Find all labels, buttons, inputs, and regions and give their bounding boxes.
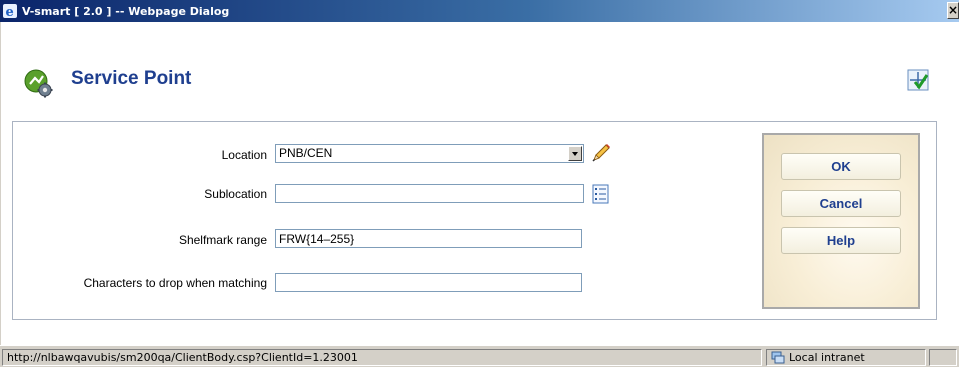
shelfmark-range-input[interactable] <box>275 229 582 248</box>
close-button[interactable]: × <box>947 2 959 19</box>
status-extra-cell <box>929 349 957 366</box>
window-titlebar: e V-smart [ 2.0 ] -- Webpage Dialog × <box>0 0 959 22</box>
location-selected-value: PNB/CEN <box>279 146 333 160</box>
page-title: Service Point <box>71 68 192 89</box>
location-select[interactable]: PNB/CEN <box>275 144 584 163</box>
characters-to-drop-label: Characters to drop when matching <box>83 276 267 290</box>
characters-to-drop-input[interactable] <box>275 273 582 292</box>
chevron-down-icon[interactable] <box>568 146 582 161</box>
sublocation-input[interactable] <box>275 184 584 203</box>
local-intranet-icon <box>771 351 785 364</box>
location-label: Location <box>221 148 267 162</box>
internet-explorer-icon: e <box>3 4 17 19</box>
window-title: V-smart [ 2.0 ] -- Webpage Dialog <box>22 4 230 18</box>
cancel-button[interactable]: Cancel <box>781 190 901 217</box>
settings-checkmark-icon[interactable] <box>907 69 929 91</box>
action-button-panel: OK Cancel Help <box>762 133 920 309</box>
status-bar: http://nlbawqavubis/sm200qa/ClientBody.c… <box>0 345 959 367</box>
pencil-icon[interactable] <box>590 142 612 164</box>
security-zone: Local intranet <box>766 349 926 366</box>
ok-button[interactable]: OK <box>781 153 901 180</box>
list-icon[interactable] <box>590 183 612 205</box>
status-url: http://nlbawqavubis/sm200qa/ClientBody.c… <box>2 349 762 366</box>
svg-text:e: e <box>6 5 14 19</box>
shelfmark-range-label: Shelfmark range <box>178 233 267 247</box>
service-point-gear-icon <box>24 69 53 98</box>
help-button[interactable]: Help <box>781 227 901 254</box>
security-zone-label: Local intranet <box>789 351 865 364</box>
sublocation-label: Sublocation <box>204 187 267 201</box>
